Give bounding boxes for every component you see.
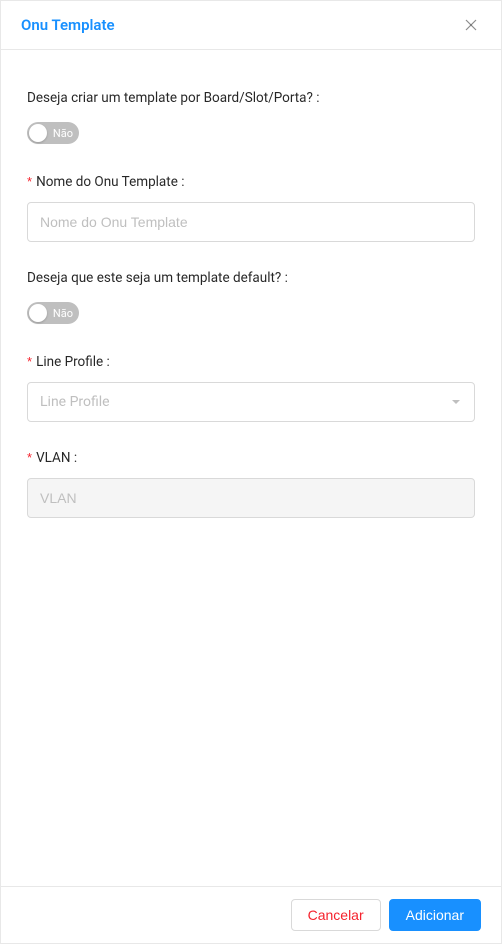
required-mark: * (27, 450, 32, 465)
line-profile-select-wrapper: Line Profile (27, 382, 475, 422)
default-template-label: Deseja que este seja um template default… (27, 270, 475, 286)
field-vlan: * VLAN : (27, 450, 475, 518)
required-mark: * (27, 354, 32, 369)
default-template-toggle[interactable]: Não (27, 302, 79, 324)
template-name-label: * Nome do Onu Template : (27, 174, 475, 190)
field-line-profile: * Line Profile : Line Profile (27, 354, 475, 422)
line-profile-placeholder: Line Profile (40, 394, 110, 410)
vlan-input (27, 478, 475, 518)
board-slot-porta-label: Deseja criar um template por Board/Slot/… (27, 90, 475, 106)
modal-footer: Cancelar Adicionar (1, 886, 501, 943)
board-slot-porta-toggle[interactable]: Não (27, 122, 79, 144)
vlan-label: * VLAN : (27, 450, 475, 466)
template-name-label-text: Nome do Onu Template : (36, 174, 184, 190)
cancel-button[interactable]: Cancelar (291, 899, 381, 931)
template-name-input[interactable] (27, 202, 475, 242)
line-profile-label: * Line Profile : (27, 354, 475, 370)
close-button[interactable] (461, 15, 481, 35)
field-default-template: Deseja que este seja um template default… (27, 270, 475, 326)
line-profile-label-text: Line Profile : (36, 354, 110, 370)
field-template-name: * Nome do Onu Template : (27, 174, 475, 242)
toggle-knob (29, 304, 47, 322)
modal-header: Onu Template (1, 1, 501, 50)
toggle-knob (29, 124, 47, 142)
modal-body: Deseja criar um template por Board/Slot/… (1, 50, 501, 886)
modal-title: Onu Template (21, 16, 115, 34)
field-board-slot-porta: Deseja criar um template por Board/Slot/… (27, 90, 475, 146)
vlan-label-text: VLAN : (36, 450, 77, 466)
toggle-off-label: Não (53, 127, 73, 140)
chevron-down-icon (450, 396, 462, 408)
submit-button[interactable]: Adicionar (389, 899, 481, 931)
required-mark: * (27, 174, 32, 189)
modal-dialog: Onu Template Deseja criar um template po… (0, 0, 502, 944)
toggle-off-label: Não (53, 307, 73, 320)
line-profile-select[interactable]: Line Profile (27, 382, 475, 422)
close-icon (465, 19, 477, 31)
